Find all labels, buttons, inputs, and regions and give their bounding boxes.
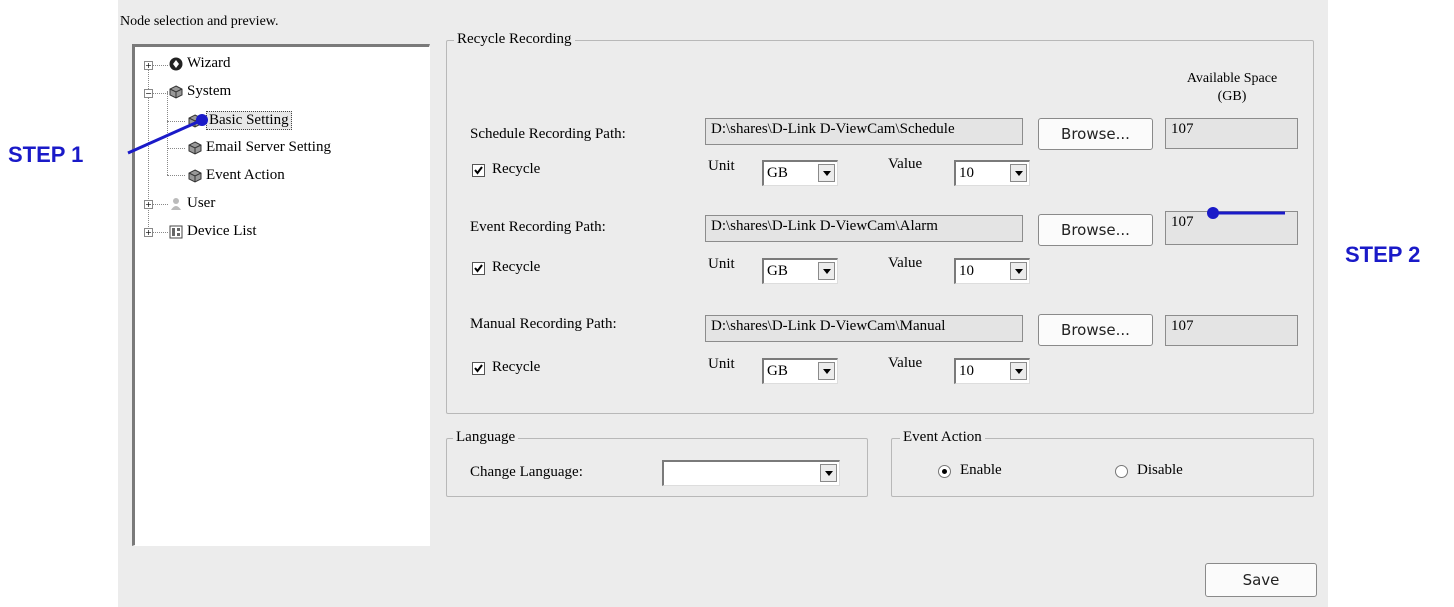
chevron-down-icon [818,164,835,182]
collapse-system-icon[interactable]: − [144,89,153,98]
tree-item-event-action[interactable]: Event Action [188,167,285,184]
enable-label: Enable [960,462,1002,478]
event-unit-label: Unit [708,256,735,272]
tree-item-label: Device List [187,223,257,239]
disable-label: Disable [1137,462,1183,478]
event-unit-select[interactable]: GB [762,258,838,284]
manual-value-select[interactable]: 10 [954,358,1030,384]
schedule-value-label: Value [888,156,923,172]
step-1-pointer [127,114,208,155]
schedule-path-field[interactable]: D:\shares\D-Link D-ViewCam\Schedule [705,118,1023,145]
chevron-down-icon [818,362,835,380]
schedule-recycle-label: Recycle [492,161,541,177]
manual-recycle-label: Recycle [492,359,541,375]
manual-unit-label: Unit [708,356,735,372]
recycle-recording-title: Recycle Recording [454,31,575,48]
wizard-icon [169,57,183,70]
tree-item-system[interactable]: System [169,83,231,100]
language-select[interactable] [662,460,840,486]
tree-item-user[interactable]: User [169,195,215,212]
event-recycle-checkbox[interactable] [472,262,485,275]
chevron-down-icon [820,464,837,482]
event-value-label: Value [888,255,923,271]
step-1-annotation: STEP 1 [8,142,84,167]
manual-unit-select[interactable]: GB [762,358,838,384]
device-list-icon [169,225,183,238]
expand-wizard-icon[interactable]: + [144,61,153,70]
enable-radio[interactable] [938,465,951,478]
event-recycle-label: Recycle [492,259,541,275]
schedule-unit-select[interactable]: GB [762,160,838,186]
language-title: Language [453,429,519,446]
event-path-label: Event Recording Path: [470,219,606,235]
step-2-pointer [1207,207,1285,219]
schedule-path-label: Schedule Recording Path: [470,126,626,142]
chevron-down-icon [1010,262,1027,280]
chevron-down-icon [818,262,835,280]
tree-item-label: Event Action [206,167,285,183]
manual-browse-button[interactable]: Browse... [1038,314,1153,346]
chevron-down-icon [1010,362,1027,380]
tree-item-label: Wizard [187,55,231,71]
manual-recycle-checkbox[interactable] [472,362,485,375]
change-language-label: Change Language: [470,464,583,480]
panel-caption: Node selection and preview. [120,14,279,29]
schedule-browse-button[interactable]: Browse... [1038,118,1153,150]
chevron-down-icon [1010,164,1027,182]
disable-radio[interactable] [1115,465,1128,478]
manual-path-label: Manual Recording Path: [470,316,617,332]
schedule-unit-label: Unit [708,158,735,174]
schedule-space-field: 107 [1165,118,1298,149]
save-button[interactable]: Save [1205,563,1317,597]
schedule-value-select[interactable]: 10 [954,160,1030,186]
step-2-annotation: STEP 2 [1345,242,1421,267]
cube-icon [188,168,202,183]
schedule-recycle-checkbox[interactable] [472,164,485,177]
tree-item-label: Email Server Setting [206,139,331,155]
expand-user-icon[interactable]: + [144,200,153,209]
tree-item-label: User [187,195,216,211]
event-browse-button[interactable]: Browse... [1038,214,1153,246]
manual-path-field[interactable]: D:\shares\D-Link D-ViewCam\Manual [705,315,1023,342]
expand-device-list-icon[interactable]: + [144,228,153,237]
event-path-field[interactable]: D:\shares\D-Link D-ViewCam\Alarm [705,215,1023,242]
event-action-group [891,438,1314,497]
cube-icon [169,84,183,99]
manual-value-label: Value [888,355,923,371]
event-action-title: Event Action [900,429,985,446]
available-space-header: Available Space (GB) [1186,71,1278,104]
user-icon [171,197,181,210]
manual-space-field: 107 [1165,315,1298,346]
tree-item-label: System [187,83,232,99]
tree-item-wizard[interactable]: Wizard [169,55,231,72]
event-value-select[interactable]: 10 [954,258,1030,284]
tree-item-device-list[interactable]: Device List [169,223,257,240]
